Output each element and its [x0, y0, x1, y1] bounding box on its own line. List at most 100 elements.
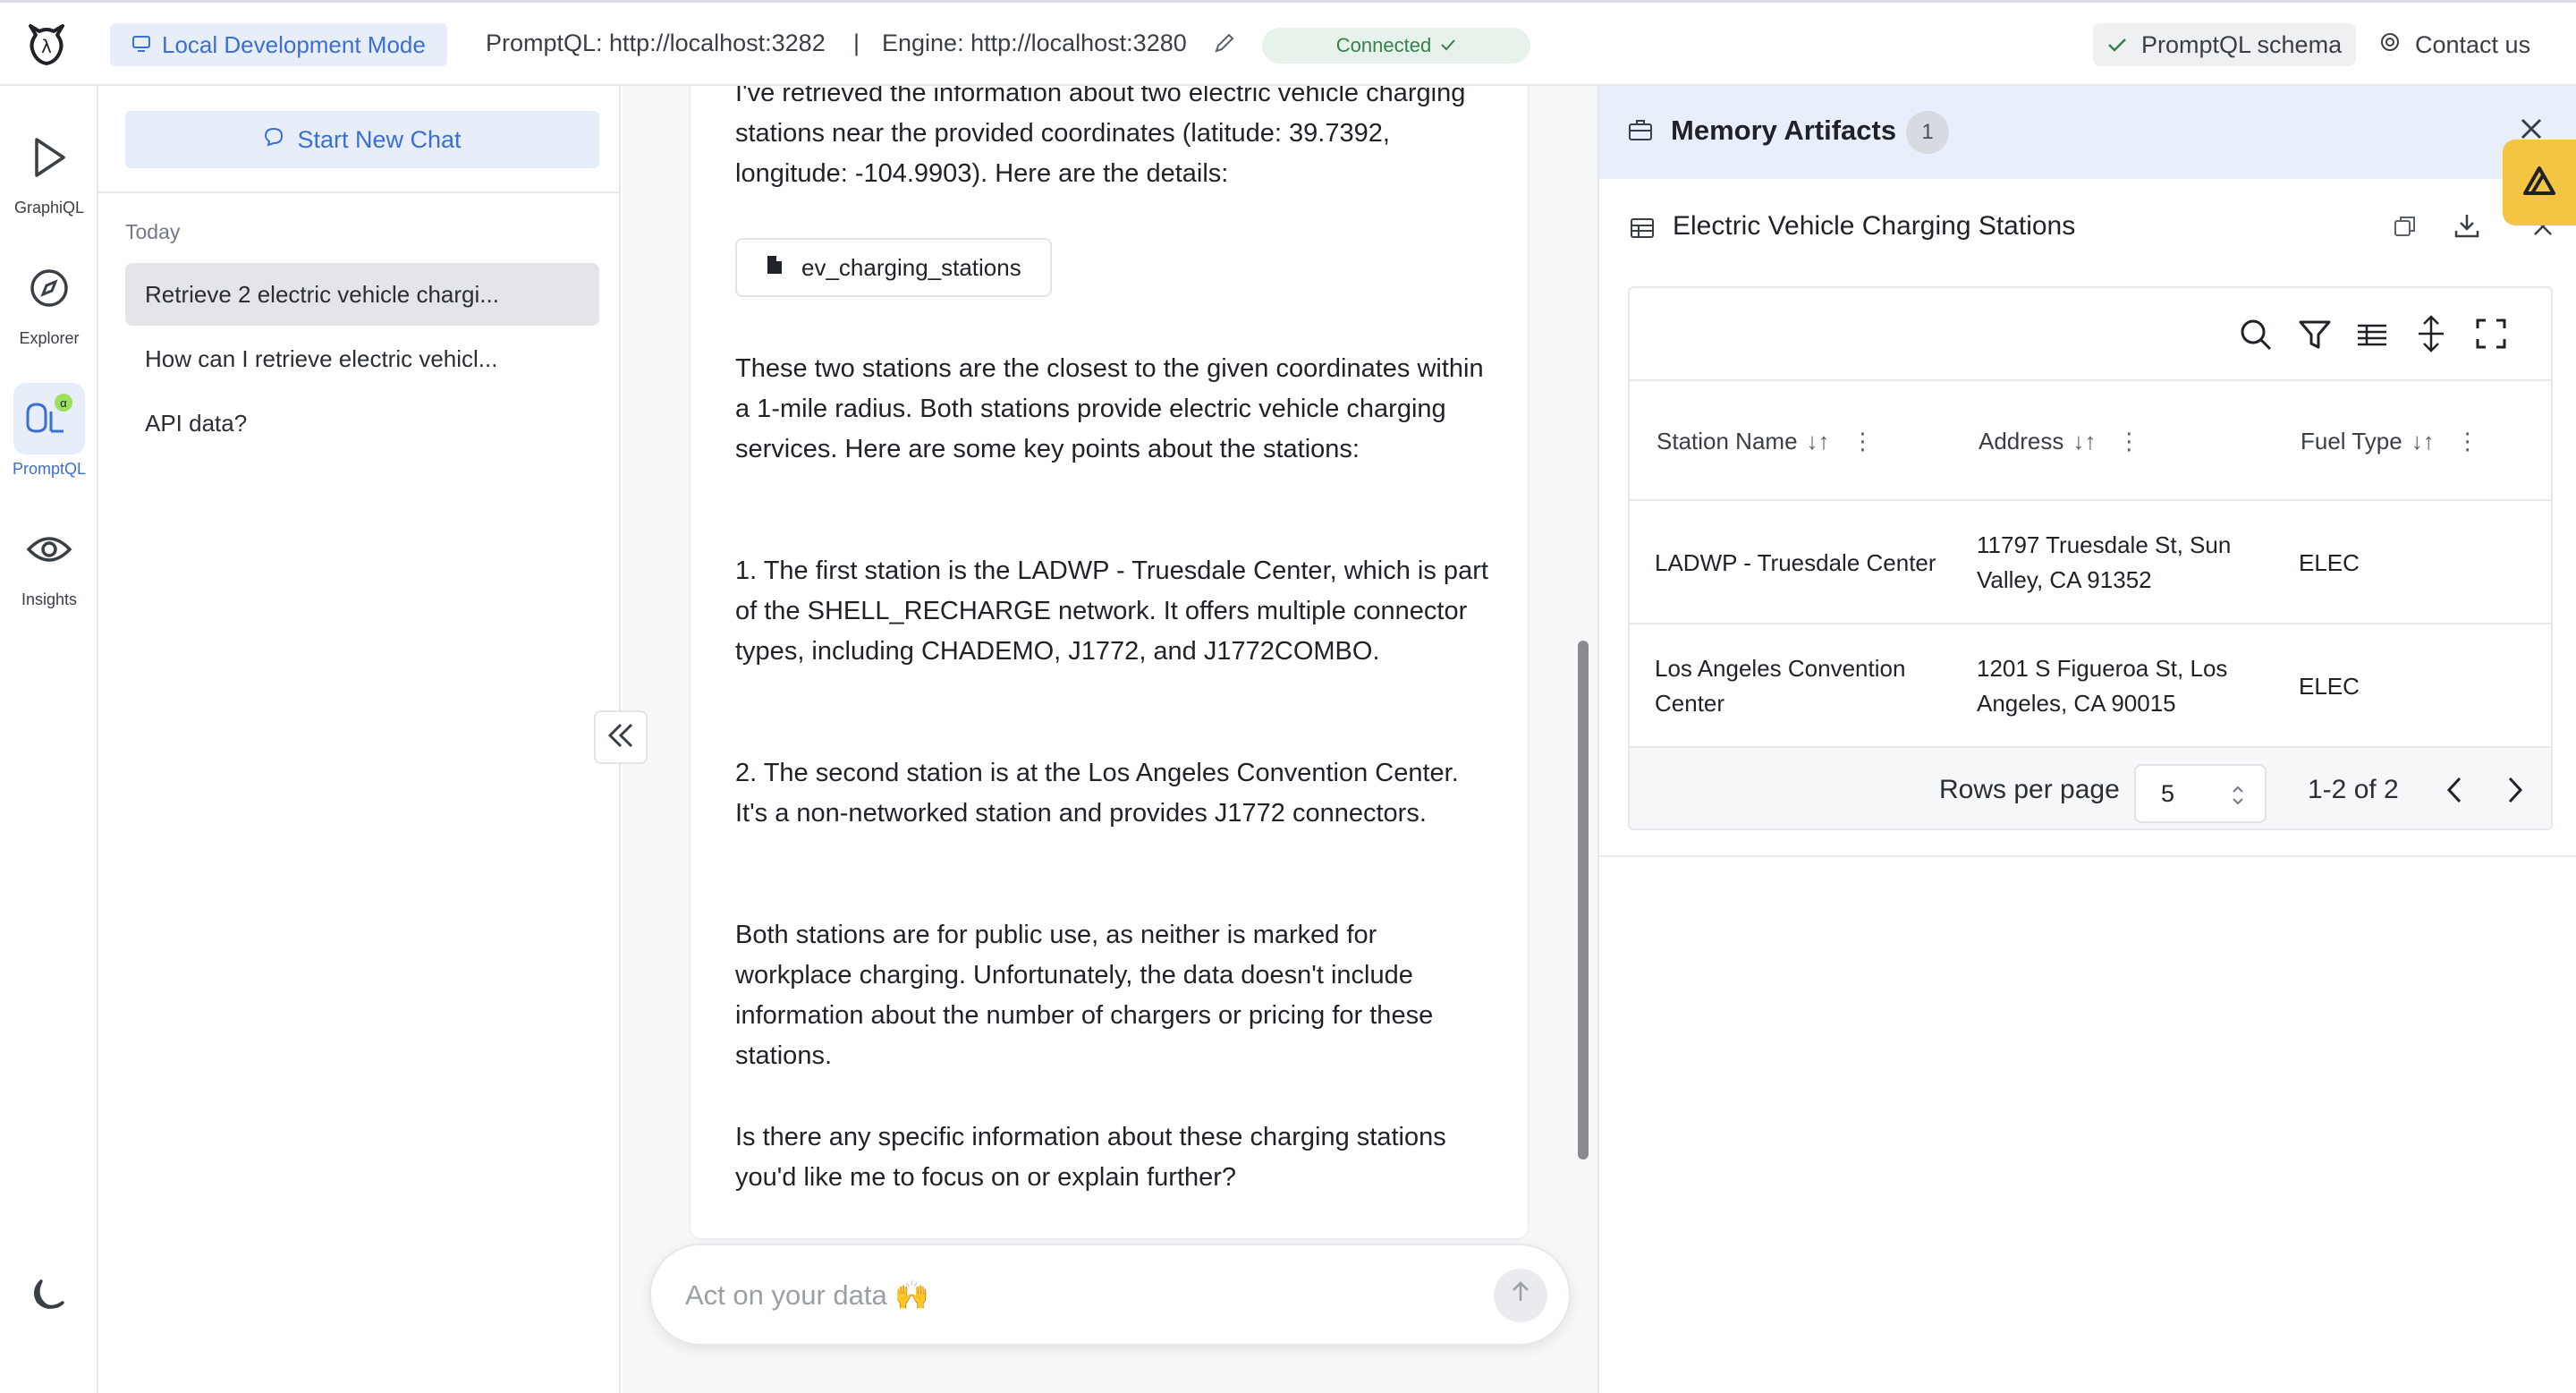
section-heading-today: Today: [125, 220, 181, 243]
nav-item-explorer[interactable]: Explorer: [0, 252, 98, 348]
nav-item-graphiql[interactable]: GraphiQL: [0, 122, 98, 217]
table-row[interactable]: LADWP - Truesdale Center 11797 Truesdale…: [1630, 501, 2551, 624]
promptql-schema-button[interactable]: PromptQL schema: [2093, 23, 2357, 66]
chevron-up-down-icon: [2231, 784, 2245, 813]
monitor-icon: [131, 31, 151, 59]
chevron-right-icon[interactable]: [2503, 775, 2526, 810]
mode-label: Local Development Mode: [162, 30, 426, 58]
filter-icon[interactable]: [2297, 317, 2333, 357]
message-paragraph: Both stations are for public use, as nei…: [735, 921, 1434, 1070]
assistant-message: I've retrieved the information about two…: [689, 86, 1530, 1240]
moon-icon[interactable]: [27, 1276, 70, 1323]
play-icon: [13, 122, 85, 193]
contact-us-button[interactable]: Contact us: [2379, 23, 2530, 66]
lifebuoy-icon: [2379, 31, 2401, 59]
send-button[interactable]: [1494, 1269, 1547, 1322]
check-icon: [2107, 31, 2127, 59]
column-header-label: Address: [1979, 427, 2064, 454]
artifact-count-badge: 1: [1906, 111, 1949, 154]
artifact-title: Electric Vehicle Charging Stations: [1673, 211, 2076, 241]
chat-area: I've retrieved the information about two…: [623, 86, 1597, 1393]
chat-input-placeholder: Act on your data 🙌: [685, 1278, 929, 1311]
connection-status-badge: Connected: [1262, 28, 1530, 64]
row-density-icon[interactable]: [2415, 315, 2447, 357]
fullscreen-icon[interactable]: [2474, 317, 2508, 355]
memory-artifacts-panel: Memory Artifacts 1 Electric Vehicle Char…: [1597, 86, 2576, 1393]
column-menu-icon[interactable]: ⋮: [2456, 428, 2479, 455]
artifact-chip[interactable]: ev_charging_stations: [735, 238, 1052, 297]
primary-nav: GraphiQL Explorer α PromptQL Insights: [0, 86, 98, 1393]
start-new-chat-button[interactable]: Start New Chat: [125, 111, 599, 168]
panel-divider: [1599, 855, 2576, 857]
eye-icon: [13, 514, 85, 585]
check-icon: [1440, 34, 1456, 57]
message-intro: I've retrieved the information about two…: [735, 86, 1466, 188]
chevron-left-icon[interactable]: [2444, 775, 2467, 810]
column-header-fuel-type[interactable]: Fuel Type ↓↑ ⋮: [2301, 381, 2479, 501]
column-menu-icon[interactable]: ⋮: [2117, 428, 2140, 455]
new-chat-label: Start New Chat: [297, 125, 462, 153]
column-header-station-name[interactable]: Station Name ↓↑ ⋮: [1657, 381, 1875, 501]
nav-label: PromptQL: [12, 460, 87, 478]
nav-label: Explorer: [19, 329, 80, 347]
promptql-icon: α: [13, 383, 85, 454]
sidebar-divider: [98, 191, 619, 193]
chevrons-left-icon: [605, 721, 637, 754]
connection-status-label: Connected: [1335, 34, 1432, 56]
file-icon: [766, 254, 784, 282]
cell-address: 1201 S Figueroa St, Los Angeles, CA 9001…: [1977, 655, 2228, 717]
engine-url: Engine: http://localhost:3280: [882, 30, 1187, 56]
nav-item-promptql[interactable]: α PromptQL: [0, 383, 98, 479]
cell-station-name: LADWP - Truesdale Center: [1655, 548, 1936, 576]
columns-icon[interactable]: [2356, 319, 2388, 355]
arrow-up-icon: [1508, 1279, 1533, 1312]
chat-history-item[interactable]: How can I retrieve electric vehicl...: [125, 327, 599, 390]
cell-address: 11797 Truesdale St, Sun Valley, CA 91352: [1977, 531, 2232, 593]
svg-text:λ: λ: [41, 36, 52, 57]
chat-scrollbar[interactable]: [1578, 641, 1589, 1159]
url-separator: |: [853, 30, 860, 56]
local-dev-mode-badge[interactable]: Local Development Mode: [110, 23, 447, 66]
download-icon[interactable]: [2453, 211, 2481, 244]
sort-icon[interactable]: ↓↑: [1807, 428, 1830, 455]
edit-pencil-icon[interactable]: [1213, 31, 1236, 59]
collapse-sidebar-button[interactable]: [594, 710, 648, 764]
chat-bubble-icon: [263, 126, 284, 154]
pagination-info: 1-2 of 2: [2308, 775, 2399, 804]
compass-icon: [13, 252, 85, 324]
nav-item-insights[interactable]: Insights: [0, 514, 98, 609]
schema-label: PromptQL schema: [2141, 30, 2343, 58]
rows-per-page-value: 5: [2161, 779, 2175, 807]
hasura-logo-icon[interactable]: λ: [21, 19, 72, 69]
table-pagination: Rows per page 5 1-2 of 2: [1630, 748, 2551, 828]
search-icon[interactable]: [2238, 317, 2274, 357]
message-paragraph: 1. The first station is the LADWP - True…: [735, 556, 1488, 666]
artifact-data-table: Station Name ↓↑ ⋮ Address ↓↑ ⋮ Fuel Type…: [1628, 286, 2553, 830]
chat-history-item[interactable]: API data?: [125, 392, 599, 454]
nav-label: Insights: [21, 590, 78, 608]
column-header-address[interactable]: Address ↓↑ ⋮: [1979, 381, 2140, 501]
brand-launcher-button[interactable]: [2503, 140, 2576, 225]
sort-icon[interactable]: ↓↑: [2072, 428, 2096, 455]
column-header-label: Station Name: [1657, 427, 1798, 454]
sort-icon[interactable]: ↓↑: [2411, 428, 2435, 455]
nav-label: GraphiQL: [13, 199, 85, 217]
cell-fuel-type: ELEC: [2299, 548, 2360, 576]
copy-icon[interactable]: [2392, 213, 2419, 244]
table-toolbar: [1630, 288, 2551, 381]
top-bar: λ Local Development Mode PromptQL: http:…: [0, 0, 2576, 86]
cell-station-name: Los Angeles Convention Center: [1655, 655, 1906, 717]
promptql-logo-icon: [2521, 165, 2557, 201]
chat-history-item[interactable]: Retrieve 2 electric vehicle chargi...: [125, 263, 599, 326]
memory-artifacts-title: Memory Artifacts: [1671, 115, 1897, 146]
message-paragraph: 2. The second station is at the Los Ange…: [735, 759, 1459, 828]
column-menu-icon[interactable]: ⋮: [1852, 428, 1875, 455]
table-row[interactable]: Los Angeles Convention Center 1201 S Fig…: [1630, 624, 2551, 748]
message-paragraph: These two stations are the closest to th…: [735, 354, 1484, 463]
artifact-chip-label: ev_charging_stations: [801, 253, 1021, 281]
rows-per-page-select[interactable]: 5: [2134, 764, 2267, 823]
chat-input[interactable]: Act on your data 🙌: [649, 1244, 1571, 1346]
promptql-url: PromptQL: http://localhost:3282: [486, 30, 826, 56]
contact-label: Contact us: [2415, 30, 2531, 58]
table-icon: [1630, 217, 1655, 244]
